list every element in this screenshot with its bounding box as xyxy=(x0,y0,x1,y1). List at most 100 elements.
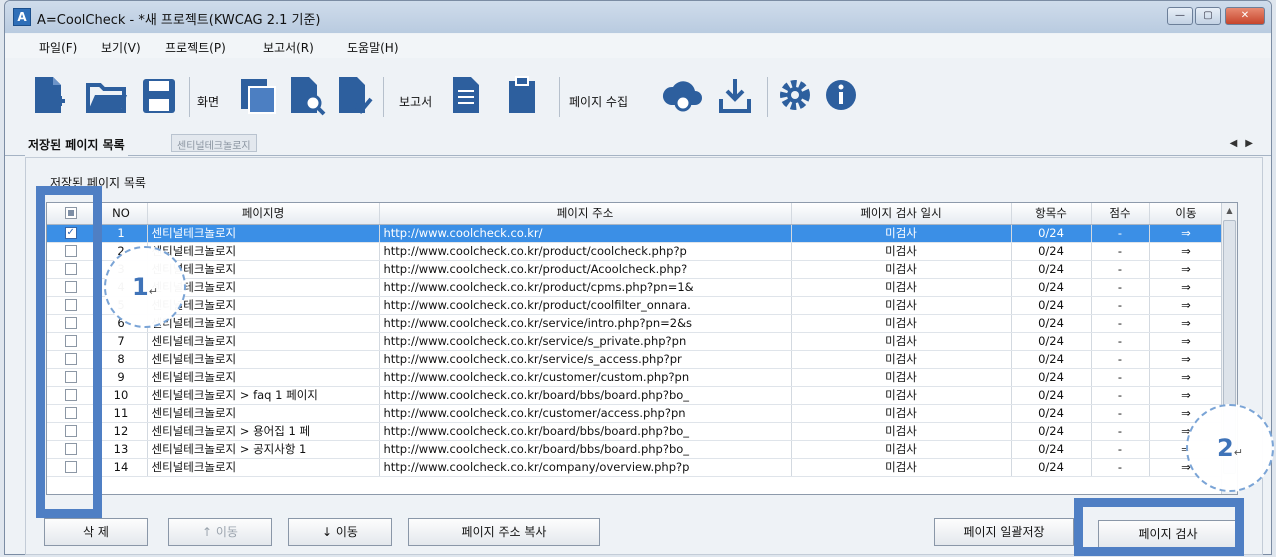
toolbar: 화면 보고서 페이지 수집 xyxy=(29,73,1265,123)
row-inspect-date: 미검사 xyxy=(791,314,1012,333)
table-row[interactable]: ✓ 1 센티널테크놀로지 http://www.coolcheck.co.kr/미검사… xyxy=(47,224,1224,243)
callout-step-2-number: 2 xyxy=(1217,434,1234,462)
move-up-button[interactable]: ↑ 이동 xyxy=(168,518,272,546)
row-page-url: http://www.coolcheck.co.kr/product/coolc… xyxy=(379,242,792,261)
row-page-name: 센티널테크놀로지 xyxy=(147,404,380,423)
table-row[interactable]: 9 센티널테크놀로지 http://www.coolcheck.co.kr/cust… xyxy=(47,368,1224,387)
row-item-count: 0/24 xyxy=(1011,350,1092,369)
row-score: - xyxy=(1091,278,1150,297)
table-row[interactable]: 2 센티널테크놀로지 http://www.coolcheck.co.kr/prod… xyxy=(47,242,1224,261)
menu-project[interactable]: 프로젝트(P) xyxy=(165,39,226,56)
screen-copy-icon[interactable] xyxy=(237,73,279,117)
tab-scroll-arrows[interactable]: ◀▶ xyxy=(1230,138,1261,149)
gear-icon[interactable] xyxy=(775,73,815,117)
row-inspect-date: 미검사 xyxy=(791,350,1012,369)
download-collect-icon[interactable] xyxy=(713,73,757,117)
table-row[interactable]: 4센티널테크놀로지http://www.coolcheck.co.kr/prod… xyxy=(47,278,1224,297)
window-title: A=CoolCheck - *새 프로젝트(KWCAG 2.1 기준) xyxy=(37,13,321,28)
row-move-arrow-icon[interactable]: ⇒ xyxy=(1149,242,1224,261)
row-inspect-date: 미검사 xyxy=(791,440,1012,459)
row-inspect-date: 미검사 xyxy=(791,260,1012,279)
table-row[interactable]: 12 센티널테크놀로지 > 용어집 1 페 http://www.coolcheck… xyxy=(47,422,1224,441)
row-score: - xyxy=(1091,260,1150,279)
col-header-page-name[interactable]: 페이지명 xyxy=(147,203,380,225)
menu-help[interactable]: 도움말(H) xyxy=(347,39,399,56)
info-icon[interactable] xyxy=(821,73,861,117)
row-move-arrow-icon[interactable]: ⇒ xyxy=(1149,332,1224,351)
row-inspect-date: 미검사 xyxy=(791,278,1012,297)
save-all-button[interactable]: 페이지 일괄저장 xyxy=(934,518,1074,546)
row-move-arrow-icon[interactable]: ⇒ xyxy=(1149,350,1224,369)
screen-search-icon[interactable] xyxy=(285,73,327,117)
row-move-arrow-icon[interactable]: ⇒ xyxy=(1149,296,1224,315)
menu-file[interactable]: 파일(F) xyxy=(39,39,77,56)
screen-check-icon[interactable] xyxy=(333,73,375,117)
callout-step-1: 1↵ xyxy=(104,246,186,328)
toolbar-separator xyxy=(383,77,384,117)
title-bar: A A=CoolCheck - *새 프로젝트(KWCAG 2.1 기준) — … xyxy=(5,1,1271,33)
table-row[interactable]: 5센티널테크놀로지http://www.coolcheck.co.kr/prod… xyxy=(47,296,1224,315)
row-page-name: 센티널테크놀로지 xyxy=(147,314,380,333)
row-move-arrow-icon[interactable]: ⇒ xyxy=(1149,314,1224,333)
table-row[interactable]: 6 센티널테크놀로지 http://www.coolcheck.co.kr/serv… xyxy=(47,314,1224,333)
cloud-collect-icon[interactable] xyxy=(659,73,707,117)
row-page-name: 센티널테크놀로지 xyxy=(147,458,380,477)
delete-button[interactable]: 삭 제 xyxy=(44,518,148,546)
col-header-score[interactable]: 점수 xyxy=(1091,203,1150,225)
row-move-arrow-icon[interactable]: ⇒ xyxy=(1149,224,1224,243)
maximize-button[interactable]: ▢ xyxy=(1195,7,1221,25)
row-score: - xyxy=(1091,242,1150,261)
copy-url-button[interactable]: 페이지 주소 복사 xyxy=(408,518,600,546)
menu-bar: 파일(F) 보기(V) 프로젝트(P) 보고서(R) 도움말(H) xyxy=(5,34,1271,58)
report-label: 보고서 xyxy=(399,95,433,109)
row-item-count: 0/24 xyxy=(1011,314,1092,333)
row-item-count: 0/24 xyxy=(1011,368,1092,387)
tab-sentinel[interactable]: 센티널테크놀로지 xyxy=(171,134,257,152)
callout-step-1-number: 1 xyxy=(132,273,149,301)
table-header-row: NO 페이지명 페이지 주소 페이지 검사 일시 항목수 점수 이동 xyxy=(47,203,1224,225)
app-window: A A=CoolCheck - *새 프로젝트(KWCAG 2.1 기준) — … xyxy=(4,0,1272,555)
move-down-button[interactable]: ↓ 이동 xyxy=(288,518,392,546)
toolbar-separator xyxy=(559,77,560,117)
tab-saved-pages[interactable]: 저장된 페이지 목록 xyxy=(25,132,128,156)
row-inspect-date: 미검사 xyxy=(791,332,1012,351)
save-icon[interactable] xyxy=(139,73,179,117)
report-clipboard-icon[interactable] xyxy=(505,73,539,117)
row-no: 9 xyxy=(95,368,148,387)
row-page-name: 센티널테크놀로지 xyxy=(147,242,380,261)
open-folder-icon[interactable] xyxy=(85,73,129,117)
menu-report[interactable]: 보고서(R) xyxy=(263,39,314,56)
menu-view[interactable]: 보기(V) xyxy=(101,39,141,56)
scroll-up-arrow-icon[interactable]: ▲ xyxy=(1222,203,1237,219)
table-row[interactable]: 13 센티널테크놀로지 > 공지사항 1 http://www.coolcheck.… xyxy=(47,440,1224,459)
row-inspect-date: 미검사 xyxy=(791,296,1012,315)
table-row[interactable]: 8 센티널테크놀로지 http://www.coolcheck.co.kr/serv… xyxy=(47,350,1224,369)
saved-pages-panel: 저장된 페이지 목록 NO 페이지명 페이지 주소 페이지 검사 일시 항목수 … xyxy=(25,157,1263,555)
report-doc-icon[interactable] xyxy=(449,73,483,117)
close-button[interactable]: ✕ xyxy=(1225,7,1265,25)
row-item-count: 0/24 xyxy=(1011,332,1092,351)
row-move-arrow-icon[interactable]: ⇒ xyxy=(1149,260,1224,279)
row-move-arrow-icon[interactable]: ⇒ xyxy=(1149,368,1224,387)
row-page-name: 센티널테크놀로지 xyxy=(147,350,380,369)
row-page-url: http://www.coolcheck.co.kr/service/s_acc… xyxy=(379,350,792,369)
app-logo-icon: A xyxy=(13,8,31,26)
col-header-page-url[interactable]: 페이지 주소 xyxy=(379,203,792,225)
table-row[interactable]: 14 센티널테크놀로지 http://www.coolcheck.co.kr/com… xyxy=(47,458,1224,477)
table-row[interactable]: 11 센티널테크놀로지 http://www.coolcheck.co.kr/cus… xyxy=(47,404,1224,423)
minimize-button[interactable]: — xyxy=(1167,7,1193,25)
col-header-move[interactable]: 이동 xyxy=(1149,203,1224,225)
row-inspect-date: 미검사 xyxy=(791,404,1012,423)
row-move-arrow-icon[interactable]: ⇒ xyxy=(1149,278,1224,297)
col-header-inspect-date[interactable]: 페이지 검사 일시 xyxy=(791,203,1012,225)
row-score: - xyxy=(1091,458,1150,477)
table-row[interactable]: 10 센티널테크놀로지 > faq 1 페이지 http://www.coolche… xyxy=(47,386,1224,405)
col-header-item-count[interactable]: 항목수 xyxy=(1011,203,1092,225)
row-page-url: http://www.coolcheck.co.kr/board/bbs/boa… xyxy=(379,422,792,441)
new-file-icon[interactable] xyxy=(29,73,69,117)
col-header-no[interactable]: NO xyxy=(95,203,148,225)
row-no: 14 xyxy=(95,458,148,477)
table-row[interactable]: 7 센티널테크놀로지 http://www.coolcheck.co.kr/serv… xyxy=(47,332,1224,351)
row-move-arrow-icon[interactable]: ⇒ xyxy=(1149,386,1224,405)
table-row[interactable]: 3센티널테크놀로지http://www.coolcheck.co.kr/prod… xyxy=(47,260,1224,279)
